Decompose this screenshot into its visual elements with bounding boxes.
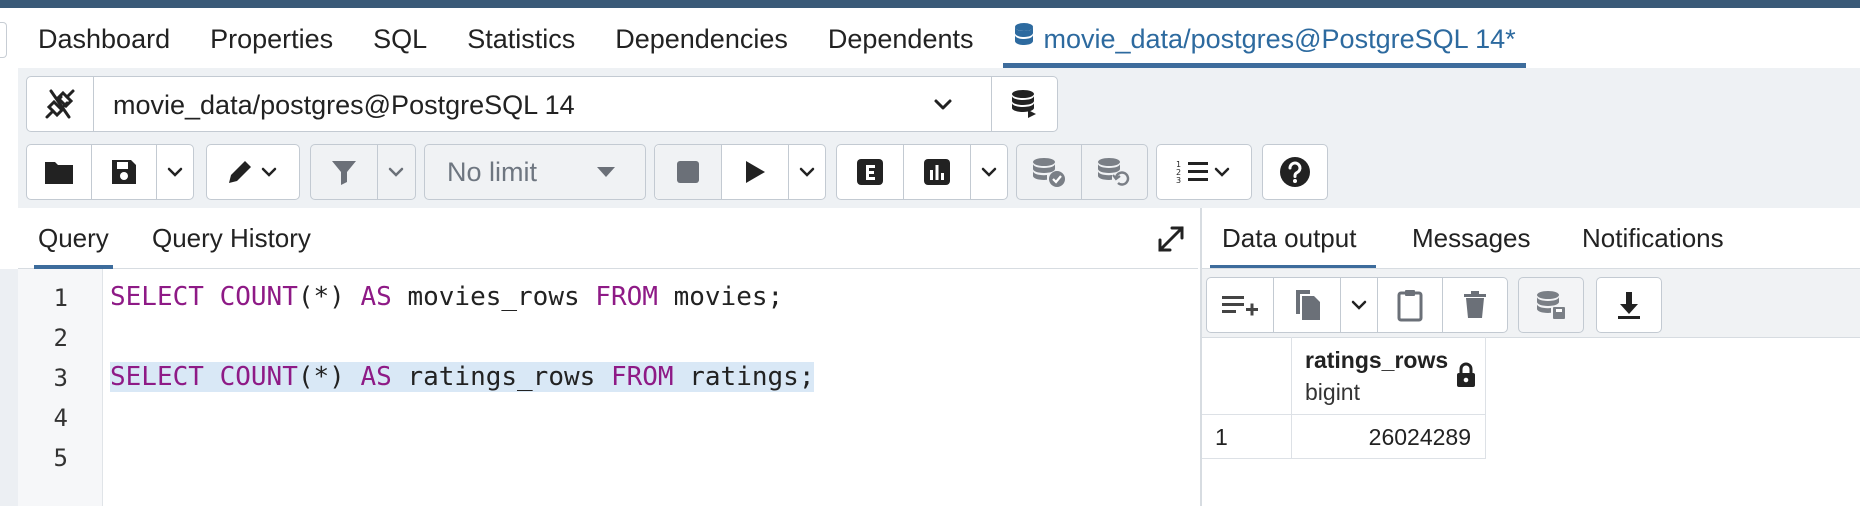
tab-query-tool[interactable]: movie_data/postgres@PostgreSQL 14* bbox=[993, 8, 1535, 68]
row-limit-value: No limit bbox=[447, 157, 538, 187]
transaction-button-group bbox=[1016, 144, 1148, 200]
copy-options-chevron-icon[interactable] bbox=[1341, 278, 1378, 332]
line-number: 5 bbox=[53, 444, 68, 472]
sql-argument: (*) bbox=[297, 282, 345, 312]
execute-button-group bbox=[654, 144, 826, 200]
tab-query-history[interactable]: Query History bbox=[152, 208, 311, 268]
column-name: ratings_rows bbox=[1305, 347, 1449, 373]
database-icon bbox=[1013, 8, 1035, 70]
filter-options-chevron-icon[interactable] bbox=[378, 145, 414, 199]
grid-corner-cell bbox=[1202, 337, 1292, 415]
open-folder-icon[interactable] bbox=[27, 145, 92, 199]
svg-text:3: 3 bbox=[1176, 176, 1181, 185]
execute-options-chevron-icon[interactable] bbox=[789, 145, 825, 199]
sql-keyword: FROM bbox=[610, 362, 674, 392]
sql-terminator: ; bbox=[767, 282, 784, 312]
file-button-group bbox=[26, 144, 194, 200]
row-limit-select[interactable]: No limit bbox=[424, 144, 646, 200]
output-toolbar bbox=[1202, 268, 1860, 338]
sql-keyword: SELECT bbox=[110, 362, 204, 392]
tab-query-tool-label: movie_data/postgres@PostgreSQL 14* bbox=[1043, 24, 1516, 54]
edit-pencil-icon[interactable] bbox=[207, 145, 299, 199]
macros-icon[interactable]: 123 bbox=[1157, 145, 1251, 199]
save-options-chevron-icon[interactable] bbox=[157, 145, 193, 199]
connection-selector[interactable]: movie_data/postgres@PostgreSQL 14 bbox=[26, 76, 1058, 132]
macros-button[interactable]: 123 bbox=[1156, 144, 1252, 200]
paste-icon[interactable] bbox=[1378, 278, 1443, 332]
explain-options-chevron-icon[interactable] bbox=[971, 145, 1007, 199]
main-tab-bar: Dashboard Properties SQL Statistics Depe… bbox=[18, 8, 1536, 68]
plug-icon[interactable] bbox=[27, 77, 94, 131]
copy-icon[interactable] bbox=[1274, 278, 1341, 332]
help-icon[interactable] bbox=[1263, 145, 1327, 199]
rollback-icon[interactable] bbox=[1082, 145, 1146, 199]
line-number: 4 bbox=[53, 404, 68, 432]
tab-data-output[interactable]: Data output bbox=[1209, 208, 1377, 269]
connection-value: movie_data/postgres@PostgreSQL 14 bbox=[113, 90, 575, 120]
column-type: bigint bbox=[1305, 379, 1360, 405]
row-number: 1 bbox=[1215, 424, 1228, 450]
tab-statistics[interactable]: Statistics bbox=[447, 8, 595, 68]
table-cell[interactable]: 26024289 bbox=[1292, 415, 1486, 459]
window-top-bar bbox=[0, 0, 1860, 8]
chevron-down-icon[interactable] bbox=[932, 93, 954, 120]
edit-button-group[interactable] bbox=[206, 144, 300, 200]
code-line-1[interactable]: SELECT COUNT(*) AS movies_rows FROM movi… bbox=[110, 282, 783, 312]
code-line-3-selected[interactable]: SELECT COUNT(*) AS ratings_rows FROM rat… bbox=[110, 362, 815, 392]
sql-table: ratings bbox=[689, 362, 799, 392]
help-button[interactable] bbox=[1262, 144, 1328, 200]
collapsed-tree-edge[interactable] bbox=[0, 22, 7, 58]
explain-analyze-icon[interactable] bbox=[904, 145, 971, 199]
filter-icon[interactable] bbox=[311, 145, 378, 199]
delete-icon[interactable] bbox=[1443, 278, 1507, 332]
sql-function: COUNT bbox=[219, 282, 298, 312]
commit-icon[interactable] bbox=[1017, 145, 1082, 199]
explain-icon[interactable] bbox=[837, 145, 904, 199]
database-stack-icon[interactable] bbox=[991, 77, 1058, 131]
download-icon[interactable] bbox=[1597, 278, 1661, 332]
output-tab-bar: Data output Messages Notifications bbox=[1202, 208, 1860, 269]
sql-alias: ratings_rows bbox=[407, 362, 596, 392]
save-icon[interactable] bbox=[92, 145, 157, 199]
sql-terminator: ; bbox=[798, 362, 815, 392]
sql-keyword: SELECT bbox=[110, 282, 204, 312]
tab-properties[interactable]: Properties bbox=[190, 8, 353, 68]
play-icon[interactable] bbox=[722, 145, 789, 199]
stop-icon[interactable] bbox=[655, 145, 722, 199]
editor-tab-bar: Query Query History bbox=[18, 208, 1198, 269]
sql-alias: movies_rows bbox=[407, 282, 580, 312]
tab-dependencies[interactable]: Dependencies bbox=[595, 8, 808, 68]
editor-left-edge bbox=[0, 269, 18, 506]
column-header-ratings-rows[interactable]: ratings_rows bigint bbox=[1292, 337, 1486, 415]
caret-down-icon bbox=[595, 165, 617, 184]
cell-value: 26024289 bbox=[1368, 424, 1471, 450]
download-button[interactable] bbox=[1596, 277, 1662, 333]
save-data-button[interactable] bbox=[1518, 277, 1584, 333]
tab-messages[interactable]: Messages bbox=[1412, 208, 1531, 268]
filter-button-group bbox=[310, 144, 416, 200]
sql-table: movies bbox=[673, 282, 768, 312]
tab-query[interactable]: Query bbox=[34, 208, 113, 269]
sql-argument: (*) bbox=[297, 362, 345, 392]
sql-keyword: AS bbox=[360, 282, 392, 312]
line-number: 2 bbox=[53, 324, 68, 352]
line-number: 1 bbox=[53, 284, 68, 312]
sql-function: COUNT bbox=[219, 362, 298, 392]
sql-keyword: AS bbox=[360, 362, 392, 392]
tab-dashboard[interactable]: Dashboard bbox=[18, 8, 190, 68]
tab-notifications[interactable]: Notifications bbox=[1582, 208, 1724, 268]
output-edit-button-group bbox=[1206, 277, 1508, 333]
expand-icon[interactable] bbox=[1156, 224, 1186, 259]
save-data-icon[interactable] bbox=[1519, 278, 1583, 332]
tab-sql[interactable]: SQL bbox=[353, 8, 447, 68]
tab-dependents[interactable]: Dependents bbox=[808, 8, 994, 68]
lock-icon bbox=[1456, 362, 1476, 393]
explain-button-group bbox=[836, 144, 1008, 200]
sql-keyword: FROM bbox=[595, 282, 658, 312]
row-number-cell[interactable]: 1 bbox=[1202, 415, 1292, 459]
add-row-icon[interactable] bbox=[1207, 278, 1274, 332]
line-number: 3 bbox=[53, 364, 68, 392]
